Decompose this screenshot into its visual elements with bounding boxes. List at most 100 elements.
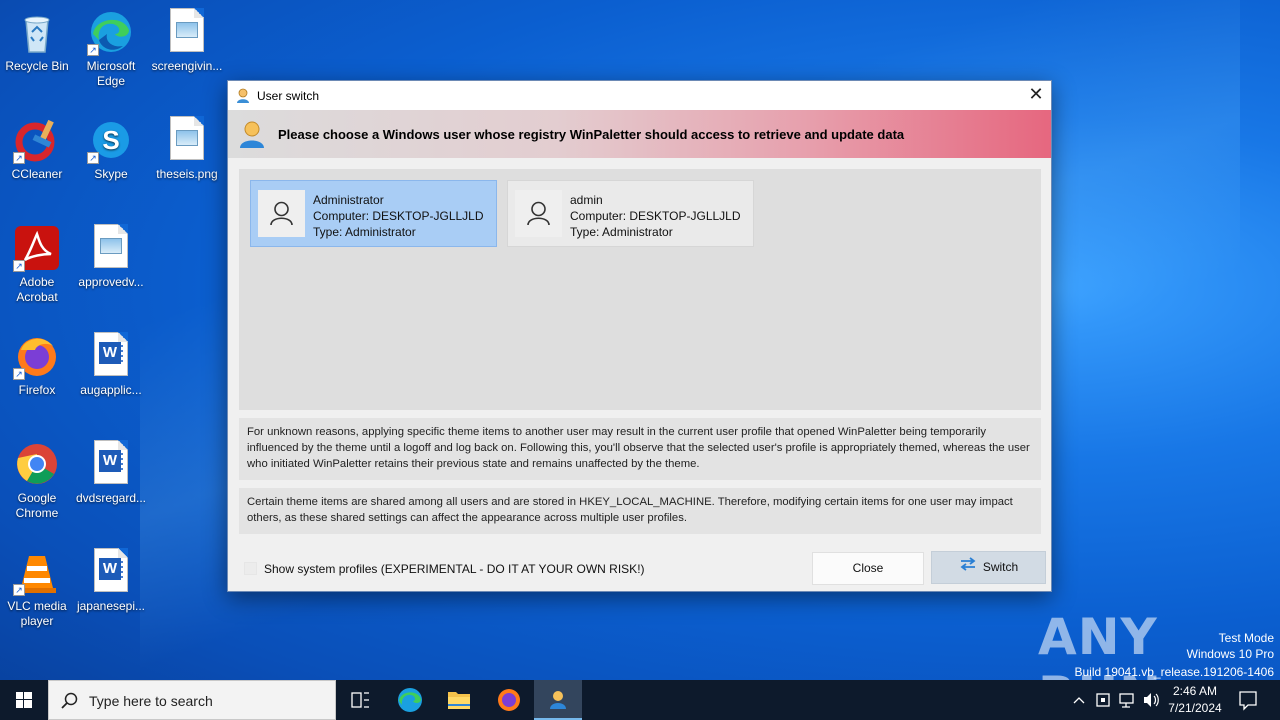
desktop-icon-label: Recycle Bin: [5, 59, 69, 73]
shortcut-arrow-icon: ↗: [13, 368, 25, 380]
desktop-icon-label: augapplic...: [80, 383, 142, 397]
desktop-icon-label: Skype: [94, 167, 128, 181]
image-file-icon: [163, 8, 211, 56]
desktop-icon-augapplic[interactable]: W augapplic...: [74, 332, 148, 398]
image-file-icon: [163, 116, 211, 164]
shortcut-arrow-icon: ↗: [87, 152, 99, 164]
desktop-icon-label: japanesepi...: [76, 599, 146, 613]
desktop-icon-japanesepi[interactable]: W japanesepi...: [74, 548, 148, 614]
acrobat-icon: ↗: [13, 224, 61, 272]
defender-icon[interactable]: [1094, 680, 1112, 720]
desktop-icon-dvdsregard[interactable]: W dvdsregard...: [74, 440, 148, 506]
close-icon[interactable]: ✕: [1021, 81, 1051, 110]
build-text: Build 19041.vb_release.191206-1406: [1074, 665, 1275, 679]
switch-button[interactable]: Switch: [931, 551, 1046, 584]
desktop-icon-vlc[interactable]: ↗ VLC media player: [0, 548, 74, 629]
show-system-profiles-label[interactable]: Show system profiles (EXPERIMENTAL - DO …: [264, 562, 645, 576]
show-hidden-icons-chevron-icon[interactable]: [1070, 680, 1088, 720]
desktop-icon-recycle-bin[interactable]: Recycle Bin: [0, 8, 74, 74]
user-computer: Computer: DESKTOP-JGLLJLD: [313, 209, 484, 223]
taskbar-firefox[interactable]: [485, 680, 533, 720]
desktop-icon-microsoft-edge[interactable]: ↗ Microsoft Edge: [74, 8, 148, 89]
volume-icon[interactable]: [1141, 680, 1161, 720]
vlc-icon: ↗: [13, 548, 61, 596]
clock-time: 2:46 AM: [1172, 684, 1218, 698]
shortcut-arrow-icon: ↗: [13, 260, 25, 272]
ccleaner-icon: ↗: [13, 116, 61, 164]
desktop-icon-label: VLC media player: [7, 599, 67, 628]
task-view-button[interactable]: [336, 680, 384, 720]
dialog-title: User switch: [257, 89, 320, 103]
user-card-admin[interactable]: admin Computer: DESKTOP-JGLLJLD Type: Ad…: [507, 180, 754, 247]
user-card-administrator[interactable]: Administrator Computer: DESKTOP-JGLLJLD …: [250, 180, 497, 247]
shortcut-arrow-icon: ↗: [87, 44, 99, 56]
firefox-icon: ↗: [13, 332, 61, 380]
taskbar-winpaletter[interactable]: [534, 680, 582, 720]
shortcut-arrow-icon: ↗: [13, 584, 25, 596]
user-type: Type: Administrator: [570, 225, 673, 239]
desktop-icon-google-chrome[interactable]: Google Chrome: [0, 440, 74, 521]
desktop-icon-approvedv[interactable]: approvedv...: [74, 224, 148, 290]
desktop-icon-adobe-acrobat[interactable]: ↗ Adobe Acrobat: [0, 224, 74, 305]
taskbar-file-explorer[interactable]: [435, 680, 483, 720]
start-button[interactable]: [0, 680, 48, 720]
desktop-icon-label: CCleaner: [11, 167, 63, 181]
test-mode-text: Test Mode: [1218, 631, 1274, 645]
network-icon[interactable]: [1117, 680, 1137, 720]
desktop-icon-firefox[interactable]: ↗ Firefox: [0, 332, 74, 398]
desktop-icon-label: screengivin...: [151, 59, 223, 73]
image-file-icon: [87, 224, 135, 272]
user-icon: [239, 121, 265, 148]
search-placeholder: Type here to search: [89, 693, 213, 709]
taskbar-edge[interactable]: [386, 680, 434, 720]
switch-arrows-icon: [959, 552, 977, 583]
desktop-icon-label: Microsoft Edge: [86, 59, 136, 88]
dialog-footer: Show system profiles (EXPERIMENTAL - DO …: [228, 543, 1051, 591]
switch-button-label: Switch: [982, 560, 1019, 574]
clock-date: 7/21/2024: [1168, 701, 1222, 715]
user-icon: [236, 88, 250, 103]
firefox-icon: [498, 689, 520, 711]
edge-icon: [398, 688, 422, 712]
recycle-bin-icon: [13, 8, 61, 56]
dialog-banner: Please choose a Windows user whose regis…: [228, 110, 1051, 158]
user-list: Administrator Computer: DESKTOP-JGLLJLD …: [239, 169, 1041, 410]
taskbar: Type here to search 2:46 AM 7/21/2024: [0, 680, 1280, 720]
taskbar-search-box[interactable]: Type here to search: [48, 680, 336, 720]
desktop-icon-theseis[interactable]: theseis.png: [150, 116, 224, 182]
desktop-icon-label: Adobe Acrobat: [16, 275, 58, 304]
desktop-icon-screengivin[interactable]: screengivin...: [150, 8, 224, 74]
warning-note-influence: For unknown reasons, applying specific t…: [239, 418, 1041, 480]
desktop-icon-label: Google Chrome: [15, 491, 59, 520]
banner-instruction: Please choose a Windows user whose regis…: [278, 127, 905, 142]
windows-edition-text: Windows 10 Pro: [1186, 647, 1274, 661]
windows-logo-icon: [16, 692, 32, 708]
word-document-icon: W: [87, 548, 135, 596]
search-icon: [61, 692, 79, 710]
close-button[interactable]: Close: [812, 552, 924, 585]
user-name: Administrator: [313, 193, 384, 207]
skype-icon: S ↗: [87, 116, 135, 164]
notifications-icon[interactable]: [1236, 680, 1260, 720]
task-view-icon: [351, 692, 369, 708]
taskbar-clock[interactable]: 2:46 AM 7/21/2024: [1160, 683, 1230, 717]
desktop-icon-label: theseis.png: [156, 167, 218, 181]
shortcut-arrow-icon: ↗: [13, 152, 25, 164]
word-document-icon: W: [87, 440, 135, 488]
edge-icon: ↗: [87, 8, 135, 56]
person-icon: [258, 190, 305, 237]
user-type: Type: Administrator: [313, 225, 416, 239]
svg-text:S: S: [102, 125, 119, 155]
desktop-icon-label: Firefox: [18, 383, 56, 397]
desktop-icon-label: approvedv...: [78, 275, 144, 289]
user-icon: [550, 691, 566, 709]
user-computer: Computer: DESKTOP-JGLLJLD: [570, 209, 741, 223]
desktop-icon-label: dvdsregard...: [75, 491, 147, 505]
warning-note-shared-items: Certain theme items are shared among all…: [239, 488, 1041, 534]
desktop-icon-ccleaner[interactable]: ↗ CCleaner: [0, 116, 74, 182]
dialog-titlebar[interactable]: User switch ✕: [228, 81, 1051, 110]
desktop-icon-skype[interactable]: S ↗ Skype: [74, 116, 148, 182]
user-name: admin: [570, 193, 603, 207]
folder-icon: [448, 692, 470, 709]
show-system-profiles-checkbox[interactable]: [244, 562, 257, 575]
